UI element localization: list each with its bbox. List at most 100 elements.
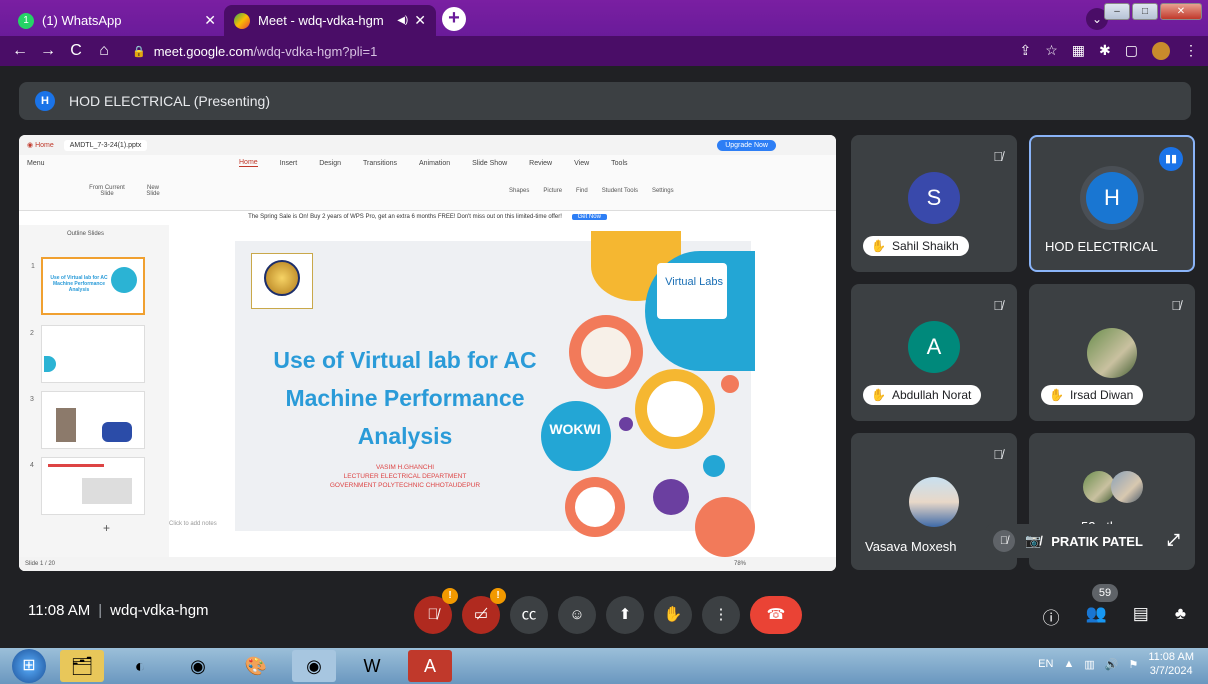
wps-home-tab: ◉ Home [27,142,54,149]
start-button[interactable]: ⊞ [12,649,46,683]
more-options-button[interactable]: ⋮ [702,596,740,634]
slide-subtitle: VASIM H.GHANCHI LECTURER ELECTRICAL DEPA… [329,464,481,489]
speaker-icon[interactable]: ◀) [397,15,408,26]
mic-off-icon: 🎙̸ [993,298,1003,313]
slide-title: Use of Virtual lab for AC Machine Perfor… [273,347,537,449]
raise-hand-button[interactable]: ✋ [654,596,692,634]
virtual-labs-logo: Virtual Labs [657,263,727,319]
word-icon[interactable]: W [350,650,394,682]
slide-thumb: 1 Use of Virtual lab for AC Machine Perf… [31,257,145,315]
camera-off-icon: ▭̸ [473,606,489,623]
add-slide-icon: + [103,521,111,535]
avatar[interactable] [1152,42,1170,60]
more-icon: ⋮ [713,606,729,623]
participant-tile[interactable]: 🎙̸ S ✋ Sahil Shaikh [851,135,1017,272]
system-tray: EN ▲ ▥ 🔊 ⚑ 11:08 AM 3/7/2024 [1038,650,1194,678]
url-field[interactable]: 🔒 meet.google.com/wdq-vdka-hgm?pli=1 [132,44,377,59]
hand-icon: ✋ [1049,388,1064,402]
tab-title: (1) WhatsApp [42,13,122,28]
camera-off-icon: 📷̸ [1025,533,1042,548]
wps-doc-tab: AMDTL_7-3-24(1).pptx [63,139,148,151]
participant-tile[interactable]: ▮▮ H HOD ELECTRICAL [1029,135,1195,272]
pdf-icon[interactable]: A [408,650,452,682]
taskbar: ⊞ 🗂 ◐ ◉ 🎨 ◉ W A EN ▲ ▥ 🔊 ⚑ 11:08 AM 3/7/… [0,648,1208,684]
participant-name: Vasava Moxesh [865,539,957,554]
maximize-button[interactable]: □ [1132,3,1158,20]
puzzle-icon[interactable]: ✱ [1099,42,1111,60]
tray-arrow-icon[interactable]: ▲ [1063,658,1074,670]
close-icon[interactable]: ✕ [414,12,426,29]
mic-toggle-button[interactable]: 🎙̸! [414,588,458,634]
slide-thumbnails: Outline Slides 1 Use of Virtual lab for … [19,225,217,571]
menu-icon[interactable]: ⋮ [1184,42,1198,60]
slide-thumb: 2 [30,325,145,383]
upgrade-button: Upgrade Now [717,139,776,151]
avatar [909,477,959,527]
current-slide: Use of Virtual lab for AC Machine Perfor… [235,231,755,557]
shared-screen: ◉ Home AMDTL_7-3-24(1).pptx Upgrade Now … [19,135,836,571]
clock[interactable]: 11:08 AM 3/7/2024 [1148,650,1194,678]
hand-icon: ✋ [663,606,683,623]
mic-off-icon: 🎙̸ [993,149,1003,164]
share-icon[interactable]: ⇪ [1020,42,1032,60]
new-tab-button[interactable]: + [442,7,466,31]
present-button[interactable]: ⬆ [606,596,644,634]
window-controls: – □ ✕ [1104,3,1202,20]
sidepanel-icon[interactable]: ▢ [1125,42,1138,60]
network-icon[interactable]: ▥ [1084,658,1094,671]
avatar: H [1086,171,1138,224]
leave-call-button[interactable]: ☎ [750,596,802,634]
presenter-avatar: H [35,91,55,111]
reload-icon[interactable]: C [62,42,90,60]
address-bar: ← → C ⌂ 🔒 meet.google.com/wdq-vdka-hgm?p… [0,36,1208,66]
participant-name: HOD ELECTRICAL [1045,239,1158,254]
promo-banner: The Spring Sale is On! Buy 2 years of WP… [19,211,836,223]
volume-icon[interactable]: 🔊 [1105,658,1119,671]
chrome-active-icon[interactable]: ◉ [292,650,336,682]
extension-icon[interactable]: ▦ [1072,42,1085,60]
warning-icon: ! [490,588,506,604]
presenter-banner: H HOD ELECTRICAL (Presenting) [19,82,1191,120]
flag-icon[interactable]: ⚑ [1128,658,1138,671]
reactions-button[interactable]: ☺ [558,596,596,634]
tab-whatsapp[interactable]: 1 (1) WhatsApp ✕ [8,5,226,36]
present-icon: ⬆ [618,606,632,623]
tab-title: Meet - wdq-vdka-hgm [258,13,384,28]
participant-name: ✋ Irsad Diwan [1041,385,1144,405]
captions-button[interactable]: ㏄ [510,596,548,634]
participant-tile[interactable]: 🎙̸ A ✋ Abdullah Norat [851,284,1017,421]
mic-off-icon: 🎙̸ [993,447,1003,462]
speaking-icon: ▮▮ [1159,147,1183,171]
college-logo [251,253,313,309]
meet-window: H HOD ELECTRICAL (Presenting) ◉ Home AMD… [0,66,1208,648]
mic-off-icon: 🎙̸ [993,530,1015,552]
lock-icon: 🔒 [132,45,146,58]
participant-tile[interactable]: 🎙̸ ✋ Irsad Diwan [1029,284,1195,421]
edge-icon[interactable]: ◐ [118,650,162,682]
chat-icon[interactable]: ▤ [1133,604,1149,629]
hand-icon: ✋ [871,239,886,253]
people-icon[interactable]: 👥 [1086,604,1107,629]
close-icon[interactable]: ✕ [204,12,216,29]
slide-thumb: 3 [30,391,145,449]
tab-meet[interactable]: Meet - wdq-vdka-hgm ◀) ✕ [224,5,436,36]
star-icon[interactable]: ☆ [1045,42,1058,60]
meet-icon [234,12,250,29]
back-icon[interactable]: ← [6,42,34,60]
camera-toggle-button[interactable]: ▭̸! [462,588,506,634]
file-explorer-icon[interactable]: 🗂 [60,650,104,682]
home-icon[interactable]: ⌂ [90,42,118,60]
info-icon[interactable]: ⓘ [1043,604,1060,629]
chrome-icon[interactable]: ◉ [176,650,220,682]
minimize-button[interactable]: – [1104,3,1130,20]
expand-icon[interactable]: ⤢ [1167,532,1180,550]
captions-icon: ㏄ [521,606,537,623]
close-window-button[interactable]: ✕ [1160,3,1202,20]
paint-icon[interactable]: 🎨 [234,650,278,682]
wps-statusbar: Slide 1 / 20 78% [19,557,836,571]
forward-icon[interactable]: → [34,42,62,60]
wps-menu: Menu Home Insert Design Transitions Anim… [19,155,836,171]
pinned-participant[interactable]: 🎙̸ 📷̸ PRATIK PATEL ⤢ [985,524,1181,558]
slide-thumb: 4 [30,457,145,515]
activities-icon[interactable]: ♣ [1175,604,1186,629]
